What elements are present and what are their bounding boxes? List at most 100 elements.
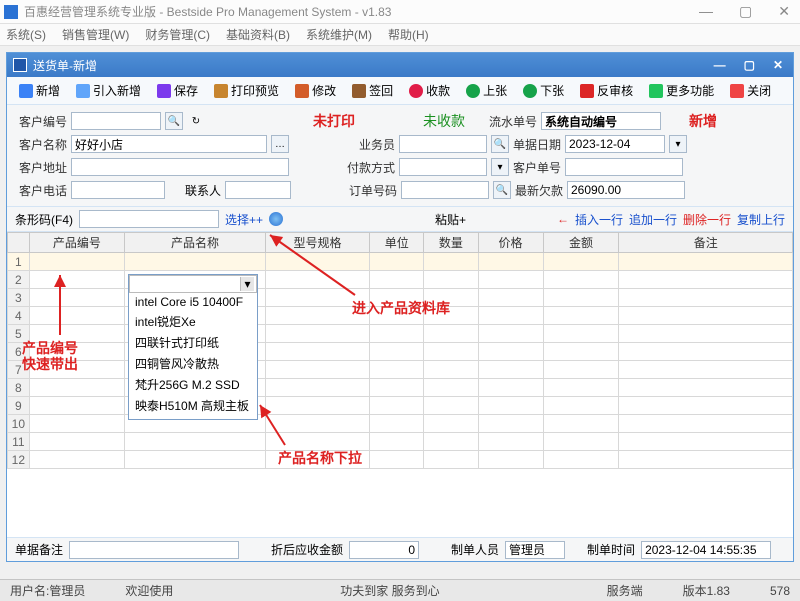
col-4[interactable]: 单位	[370, 233, 424, 253]
table-row[interactable]: 11	[8, 433, 793, 451]
more-button[interactable]: 更多功能	[643, 80, 720, 101]
inner-minimize-button[interactable]: —	[710, 58, 730, 72]
menu-basedata[interactable]: 基础资料(B)	[226, 26, 290, 43]
billdate-input[interactable]	[565, 135, 665, 153]
label-flowno: 流水单号	[489, 113, 537, 130]
billdate-picker-button[interactable]: ▾	[669, 135, 687, 153]
discount-input[interactable]	[349, 541, 419, 559]
maketime-input	[641, 541, 771, 559]
delete-row-link[interactable]: 删除一行	[683, 211, 731, 228]
data-grid[interactable]: 产品编号产品名称型号规格单位数量价格金额备注 123456789101112	[7, 232, 793, 469]
remark-input[interactable]	[69, 541, 239, 559]
col-0[interactable]	[8, 233, 30, 253]
edit-button[interactable]: 修改	[289, 80, 342, 101]
orderno-input[interactable]	[401, 181, 489, 199]
dropdown-item[interactable]: 映泰H510M 高规主板	[129, 395, 257, 416]
table-row[interactable]: 7	[8, 361, 793, 379]
salesperson-input[interactable]	[399, 135, 487, 153]
orderno-lookup-button[interactable]: 🔍	[493, 181, 511, 199]
table-row[interactable]: 10	[8, 415, 793, 433]
select-link[interactable]: 选择++	[225, 211, 263, 228]
unaudit-button[interactable]: 反审核	[574, 80, 639, 101]
menu-finance[interactable]: 财务管理(C)	[145, 26, 210, 43]
bottom-bar: 单据备注 折后应收金额 制单人员 制单时间	[7, 537, 793, 561]
left-arrow-icon[interactable]: ←	[557, 212, 569, 226]
label-custno: 客户编号	[15, 113, 67, 130]
col-1[interactable]: 产品编号	[29, 233, 124, 253]
barcode-row: 条形码(F4) 选择++ 粘贴+ ← 插入一行 追加一行 删除一行 复制上行	[7, 206, 793, 232]
maximize-button[interactable]: ▢	[733, 3, 758, 20]
custsheet-input[interactable]	[565, 158, 683, 176]
table-row[interactable]: 2	[8, 271, 793, 289]
table-row[interactable]: 3	[8, 289, 793, 307]
table-row[interactable]: 5	[8, 325, 793, 343]
col-7[interactable]: 金额	[543, 233, 619, 253]
add-button[interactable]: 新增	[13, 80, 66, 101]
paymethod-dropdown-button[interactable]: ▾	[491, 158, 509, 176]
table-row[interactable]: 4	[8, 307, 793, 325]
next-button[interactable]: 下张	[517, 80, 570, 101]
dropdown-item[interactable]: 爱普生针式打印机	[129, 416, 257, 419]
table-row[interactable]: 8	[8, 379, 793, 397]
chevron-down-icon[interactable]: ▾	[240, 277, 254, 291]
copy-row-link[interactable]: 复制上行	[737, 211, 785, 228]
insert-row-link[interactable]: 插入一行	[575, 211, 623, 228]
sign-button[interactable]: 签回	[346, 80, 399, 101]
col-8[interactable]: 备注	[619, 233, 793, 253]
dropdown-item[interactable]: 梵升256G M.2 SSD	[129, 374, 257, 395]
custphone-input[interactable]	[71, 181, 165, 199]
flowno-input[interactable]	[541, 112, 661, 130]
custno-refresh-icon[interactable]: ↻	[187, 112, 205, 130]
latestdebt-input[interactable]	[567, 181, 685, 199]
col-6[interactable]: 价格	[478, 233, 543, 253]
grid-area: 产品编号产品名称型号规格单位数量价格金额备注 123456789101112	[7, 232, 793, 537]
label-salesperson: 业务员	[347, 136, 395, 153]
product-name-dropdown[interactable]: ▾ intel Core i5 10400Fintel锐炬Xe四联针式打印纸四铜…	[128, 274, 258, 420]
form-area: 客户编号 🔍 ↻ 未打印 未收款 流水单号 新增 客户名称 … 业务员 🔍 单据…	[7, 105, 793, 206]
dropdown-item[interactable]: 四联针式打印纸	[129, 332, 257, 353]
append-row-link[interactable]: 追加一行	[629, 211, 677, 228]
custno-lookup-button[interactable]: 🔍	[165, 112, 183, 130]
inner-maximize-button[interactable]: ▢	[740, 58, 759, 72]
custname-input[interactable]	[71, 135, 267, 153]
collect-button[interactable]: 收款	[403, 80, 456, 101]
col-3[interactable]: 型号规格	[266, 233, 370, 253]
globe-icon[interactable]	[269, 212, 283, 226]
col-5[interactable]: 数量	[424, 233, 478, 253]
app-title: 百惠经营管理系统专业版 - Bestside Pro Management Sy…	[24, 3, 693, 20]
custno-input[interactable]	[71, 112, 161, 130]
status-bar: 用户名:管理员 欢迎使用 功夫到家 服务到心 服务端 版本1.83 578	[0, 579, 800, 601]
menu-help[interactable]: 帮助(H)	[388, 26, 429, 43]
table-row[interactable]: 9	[8, 397, 793, 415]
dropdown-cell[interactable]: ▾	[129, 275, 257, 293]
inner-close-button[interactable]: ✕	[769, 58, 787, 72]
dropdown-item[interactable]: intel锐炬Xe	[129, 311, 257, 332]
custaddr-input[interactable]	[71, 158, 289, 176]
salesperson-lookup-button[interactable]: 🔍	[491, 135, 509, 153]
close-button[interactable]: ✕	[772, 3, 796, 20]
label-billdate: 单据日期	[513, 136, 561, 153]
status-user: 用户名:管理员	[10, 582, 85, 599]
paymethod-input[interactable]	[399, 158, 487, 176]
table-row[interactable]: 6	[8, 343, 793, 361]
table-row[interactable]: 1	[8, 253, 793, 271]
menu-sales[interactable]: 销售管理(W)	[62, 26, 129, 43]
status-slogan: 功夫到家 服务到心	[213, 582, 566, 599]
close-tool-button[interactable]: 关闭	[724, 80, 777, 101]
table-row[interactable]: 12	[8, 451, 793, 469]
dropdown-list[interactable]: intel Core i5 10400Fintel锐炬Xe四联针式打印纸四铜管风…	[129, 293, 257, 419]
paste-link[interactable]: 粘贴+	[435, 211, 466, 228]
print-preview-button[interactable]: 打印预览	[208, 80, 285, 101]
dropdown-item[interactable]: intel Core i5 10400F	[129, 293, 257, 311]
menu-system[interactable]: 系统(S)	[6, 26, 46, 43]
custname-browse-button[interactable]: …	[271, 135, 289, 153]
menu-maint[interactable]: 系统维护(M)	[306, 26, 372, 43]
contact-input[interactable]	[225, 181, 291, 199]
minimize-button[interactable]: —	[693, 3, 719, 20]
col-2[interactable]: 产品名称	[125, 233, 266, 253]
prev-button[interactable]: 上张	[460, 80, 513, 101]
import-add-button[interactable]: 引入新增	[70, 80, 147, 101]
save-button[interactable]: 保存	[151, 80, 204, 101]
dropdown-item[interactable]: 四铜管风冷散热	[129, 353, 257, 374]
barcode-input[interactable]	[79, 210, 219, 228]
